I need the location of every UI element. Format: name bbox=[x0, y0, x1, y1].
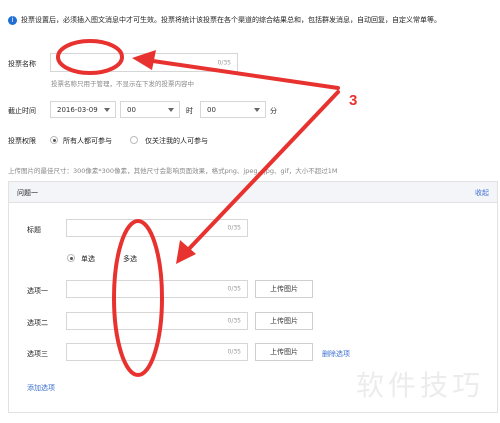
annotation-arrow-multi-choice bbox=[184, 90, 340, 254]
arrowhead-vote-name-icon bbox=[132, 50, 156, 70]
annotation-ellipse-multi-choice bbox=[112, 219, 164, 377]
annotation-number: 3 bbox=[349, 92, 357, 109]
annotation-ellipse-vote-name bbox=[56, 39, 124, 75]
annotation-overlay: 3 bbox=[56, 39, 357, 377]
annotation-arrow-vote-name bbox=[144, 58, 340, 90]
